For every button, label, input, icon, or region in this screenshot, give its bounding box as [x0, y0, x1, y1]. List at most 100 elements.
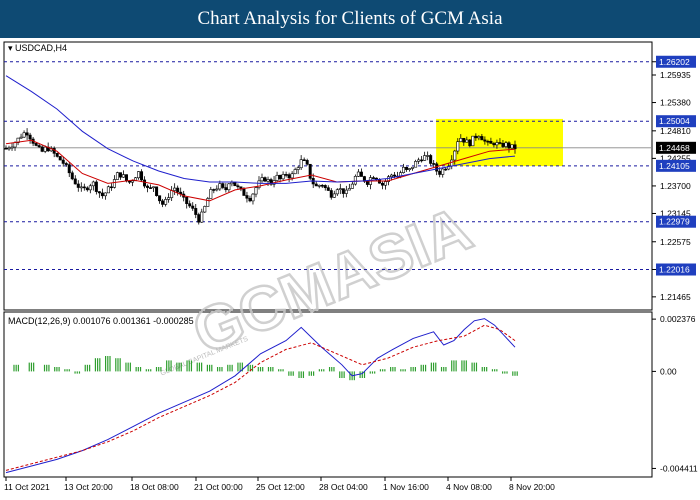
candle-body — [495, 142, 499, 146]
price-tick-label: 1.25935 — [660, 70, 691, 80]
candle-body — [67, 164, 71, 174]
candle-body — [25, 132, 29, 136]
x-tick-label: 25 Oct 12:00 — [256, 482, 305, 492]
candle-body — [143, 179, 147, 187]
candle-body — [323, 185, 327, 188]
candle-body — [510, 144, 514, 149]
candle-body — [302, 159, 306, 161]
candle-body — [161, 200, 165, 205]
candle-body — [263, 177, 267, 182]
candle-body — [380, 182, 384, 186]
candle-body — [245, 195, 249, 199]
candle-body — [474, 135, 478, 139]
macd-tick-label: 0.002376 — [660, 314, 696, 324]
candle-body — [10, 146, 14, 149]
x-tick-label: 21 Oct 00:00 — [194, 482, 243, 492]
candle-body — [411, 166, 415, 169]
price-tick-label: 1.21465 — [660, 292, 691, 302]
candle-body — [504, 142, 508, 147]
candle-body — [371, 177, 375, 179]
price-tick-label: 1.23700 — [660, 181, 691, 191]
candle-body — [7, 147, 11, 150]
candle-body — [483, 139, 487, 142]
candle-body — [76, 183, 80, 188]
candle-body — [254, 187, 258, 195]
candle-body — [115, 172, 119, 180]
candle-body — [393, 174, 397, 177]
candle-body — [212, 189, 216, 191]
candle-body — [109, 186, 113, 189]
candle-body — [350, 183, 354, 189]
candle-body — [329, 190, 333, 198]
candle-body — [456, 141, 460, 152]
candle-body — [341, 188, 345, 194]
symbol-label: ▾ USDCAD,H4 — [8, 43, 68, 53]
price-level-label: 1.25004 — [659, 116, 690, 126]
candle-body — [188, 203, 192, 207]
candle-body — [365, 181, 369, 185]
candle-body — [281, 174, 285, 180]
candle-body — [149, 187, 153, 189]
candle-body — [471, 135, 475, 147]
candle-body — [492, 143, 496, 146]
candle-body — [82, 186, 86, 189]
candle-body — [287, 174, 291, 179]
candle-body — [359, 171, 363, 177]
candle-body — [420, 159, 424, 162]
candle-body — [13, 142, 17, 148]
candle-body — [432, 163, 436, 165]
candle-body — [79, 186, 83, 189]
x-tick-label: 28 Oct 04:00 — [319, 482, 368, 492]
x-tick-label: 11 Oct 2021 — [4, 482, 50, 492]
candle-body — [124, 174, 128, 182]
candle-body — [94, 181, 98, 192]
candle-body — [293, 169, 297, 175]
candle-body — [305, 160, 309, 165]
candle-body — [347, 188, 351, 191]
macd-tick-label: -0.004411 — [660, 463, 698, 473]
candle-body — [215, 188, 219, 191]
candle-body — [127, 180, 131, 183]
candle-body — [486, 140, 490, 143]
candle-body — [233, 182, 237, 187]
candle-body — [426, 155, 430, 157]
candle-body — [167, 197, 171, 200]
candle-body — [320, 184, 324, 187]
candle-body — [191, 205, 195, 209]
candle-body — [242, 188, 246, 196]
candle-body — [260, 177, 264, 182]
candle-body — [230, 182, 234, 185]
candle-body — [402, 166, 406, 173]
candle-body — [203, 206, 207, 213]
chart-canvas: GCMASIAGLOBAL CAPITAL MARKETS1.262021.25… — [3, 41, 698, 492]
candle-body — [155, 186, 159, 196]
candle-body — [314, 183, 318, 187]
candle-body — [22, 132, 26, 138]
candle-body — [335, 189, 339, 195]
candle-body — [480, 136, 484, 141]
candle-body — [251, 193, 255, 202]
candle-body — [332, 193, 336, 198]
candle-body — [326, 187, 330, 191]
candle-body — [118, 172, 122, 178]
candle-body — [73, 178, 77, 185]
candle-body — [64, 163, 68, 165]
candle-body — [468, 139, 472, 147]
candle-body — [85, 187, 89, 191]
candle-body — [185, 196, 189, 204]
candle-body — [414, 161, 418, 168]
candle-body — [450, 159, 454, 167]
candle-body — [317, 184, 321, 187]
candle-body — [100, 192, 104, 197]
candle-body — [121, 174, 125, 178]
candle-body — [70, 172, 74, 180]
candle-body — [453, 150, 457, 161]
candle-body — [465, 139, 469, 143]
candle-body — [227, 183, 231, 191]
x-tick-label: 18 Oct 08:00 — [130, 482, 179, 492]
candle-body — [224, 187, 228, 191]
candle-body — [173, 187, 177, 191]
candle-body — [91, 181, 95, 187]
candle-body — [507, 142, 511, 149]
candle-body — [308, 163, 312, 179]
